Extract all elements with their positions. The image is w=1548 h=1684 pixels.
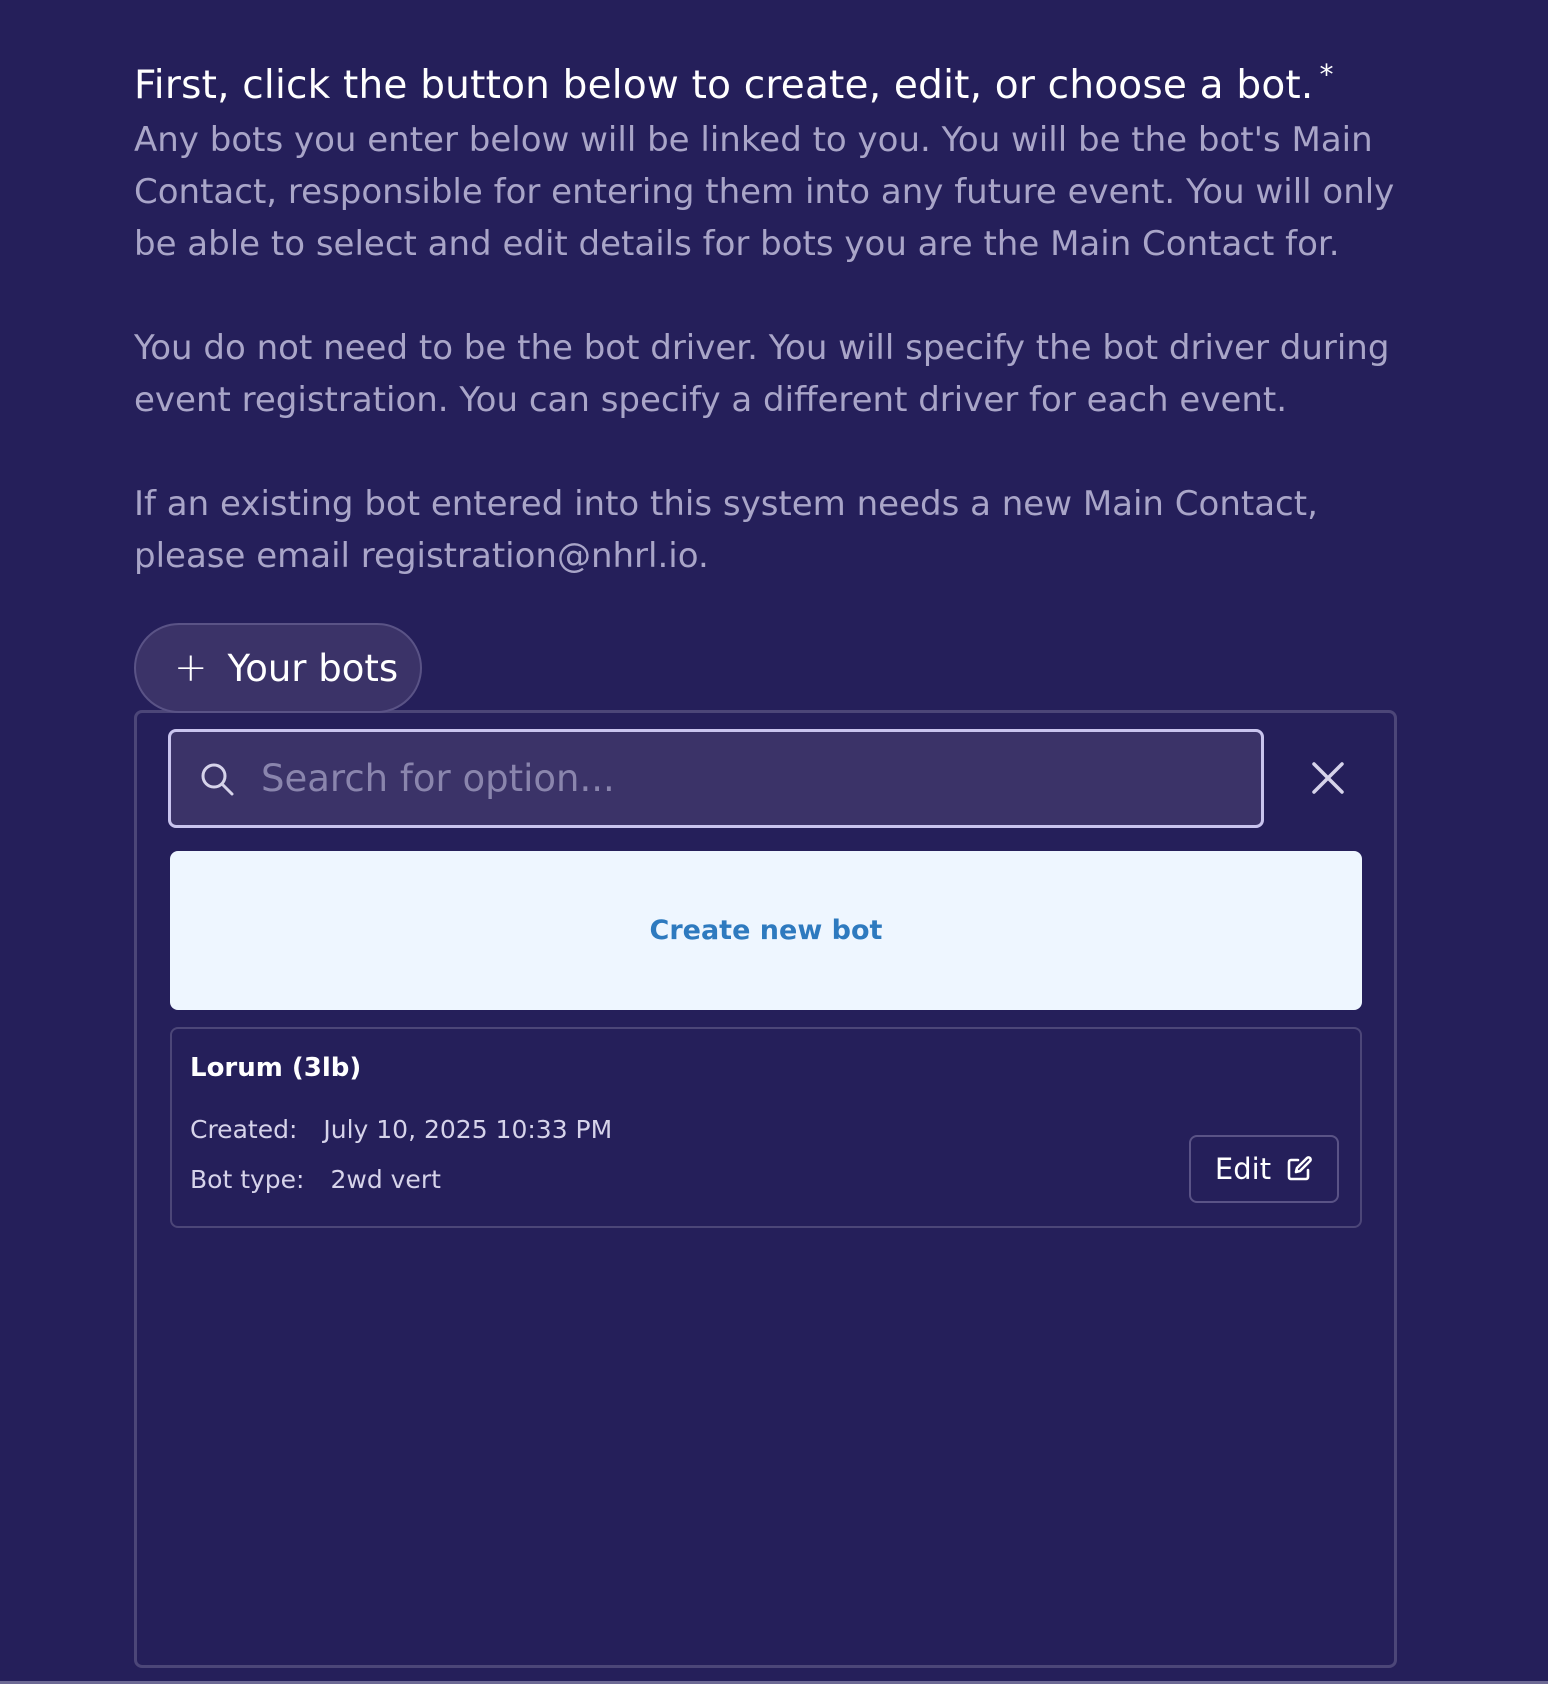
description-paragraph: You do not need to be the bot driver. Yo… xyxy=(134,328,1390,420)
description-paragraph: Any bots you enter below will be linked … xyxy=(134,120,1395,264)
bot-type-row: Bot type: 2wd vert xyxy=(190,1165,441,1194)
bot-type-label: Bot type: xyxy=(190,1165,305,1194)
edit-bot-button[interactable]: Edit xyxy=(1189,1135,1339,1203)
external-edit-icon xyxy=(1285,1155,1313,1183)
create-new-bot-button[interactable]: Create new bot xyxy=(170,851,1362,1010)
description-paragraph: If an existing bot entered into this sys… xyxy=(134,484,1318,576)
search-field[interactable] xyxy=(168,729,1264,828)
required-marker: * xyxy=(1319,58,1334,91)
bot-option-card[interactable]: Lorum (3lb) Created: July 10, 2025 10:33… xyxy=(170,1027,1362,1228)
question-title: First, click the button below to create,… xyxy=(134,60,1414,112)
search-input[interactable] xyxy=(261,757,1261,800)
bot-name: Lorum (3lb) xyxy=(190,1053,362,1083)
bot-created-label: Created: xyxy=(190,1115,298,1144)
close-icon[interactable] xyxy=(1308,758,1348,798)
bot-created-row: Created: July 10, 2025 10:33 PM xyxy=(190,1115,612,1144)
question-block: First, click the button below to create,… xyxy=(134,60,1414,582)
bot-type-value: 2wd vert xyxy=(330,1165,441,1194)
edit-bot-label: Edit xyxy=(1214,1152,1272,1186)
your-bots-label: Your bots xyxy=(227,646,399,690)
your-bots-toggle-button[interactable]: + Your bots xyxy=(134,623,422,713)
search-icon xyxy=(197,759,237,799)
create-new-bot-label: Create new bot xyxy=(649,915,883,946)
bot-created-value: July 10, 2025 10:33 PM xyxy=(323,1115,613,1144)
plus-icon: + xyxy=(174,645,208,691)
question-description: Any bots you enter below will be linked … xyxy=(134,114,1414,582)
question-title-text: First, click the button below to create,… xyxy=(134,63,1314,108)
